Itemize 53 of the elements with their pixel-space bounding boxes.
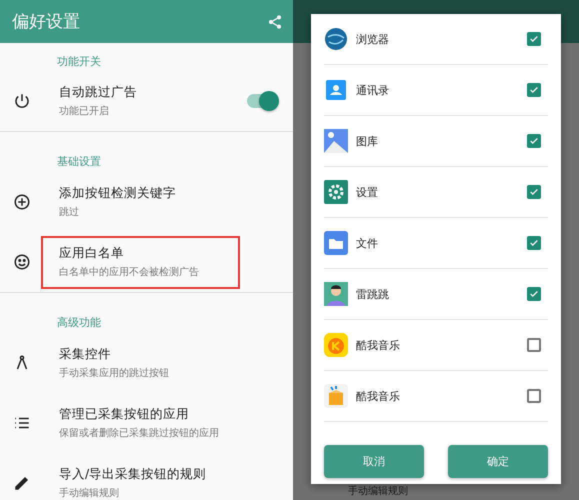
checkbox[interactable] — [527, 134, 541, 148]
pencil-icon — [12, 474, 30, 492]
checkbox[interactable] — [527, 338, 541, 352]
checkbox[interactable] — [527, 32, 541, 46]
app-name[interactable]: 雷跳跳 — [356, 286, 389, 302]
app-name[interactable]: 文件 — [356, 236, 378, 250]
checkbox[interactable] — [527, 389, 541, 403]
setting-summary: 保留或者删除已采集跳过按钮的应用 — [59, 426, 220, 440]
setting-summary: 手动采集应用的跳过按钮 — [59, 366, 170, 380]
checkbox[interactable] — [527, 236, 541, 250]
setting-title[interactable]: 管理已采集按钮的应用 — [59, 406, 238, 423]
setting-title[interactable]: 导入/导出采集按钮的规则 — [59, 466, 238, 483]
folder-icon — [324, 231, 348, 255]
section-header: 基础设置 — [57, 155, 101, 168]
screen-title: 偏好设置 — [12, 11, 80, 33]
setting-summary: 手动编辑规则 — [59, 486, 120, 500]
power-icon — [12, 92, 30, 110]
setting-summary: 白名单中的应用不会被检测广告 — [59, 266, 200, 279]
setting-summary: 功能已开启 — [59, 104, 110, 118]
setting-title[interactable]: 自动跳过广告 — [59, 84, 238, 101]
check-icon — [529, 187, 539, 197]
check-icon — [529, 136, 539, 146]
setting-title[interactable]: 采集控件 — [59, 346, 238, 363]
contacts-icon — [324, 78, 348, 102]
toggle-switch[interactable] — [247, 94, 277, 108]
person-icon — [324, 282, 348, 306]
check-icon — [529, 238, 539, 248]
setting-summary: 跳过 — [59, 206, 80, 219]
setting-title[interactable]: 应用白名单 — [59, 245, 238, 262]
checkbox[interactable] — [527, 287, 541, 301]
gear-icon — [324, 180, 348, 204]
app-name[interactable]: 酷我音乐 — [356, 388, 400, 404]
app-name[interactable]: 酷我音乐 — [356, 338, 400, 352]
check-icon — [529, 34, 539, 44]
setting-title[interactable]: 添加按钮检测关键字 — [59, 185, 238, 202]
gift-box-icon — [324, 384, 348, 408]
globe-icon — [324, 27, 348, 51]
app-name[interactable]: 设置 — [356, 184, 378, 200]
app-name[interactable]: 通讯录 — [356, 82, 389, 98]
check-icon — [529, 289, 539, 299]
checkbox[interactable] — [527, 83, 541, 97]
dimmed-setting-summary: 手动编辑规则 — [348, 486, 408, 498]
app-name[interactable]: 浏览器 — [356, 32, 389, 46]
music-app-icon — [324, 333, 348, 357]
check-icon — [529, 85, 539, 95]
share-icon[interactable] — [267, 14, 283, 30]
add-circle-icon — [12, 193, 30, 211]
section-header: 高级功能 — [57, 316, 101, 329]
section-header: 功能开关 — [57, 55, 101, 68]
smiley-icon — [12, 253, 30, 271]
gallery-icon — [324, 129, 348, 153]
checkbox[interactable] — [527, 185, 541, 199]
app-name[interactable]: 图库 — [356, 134, 378, 148]
